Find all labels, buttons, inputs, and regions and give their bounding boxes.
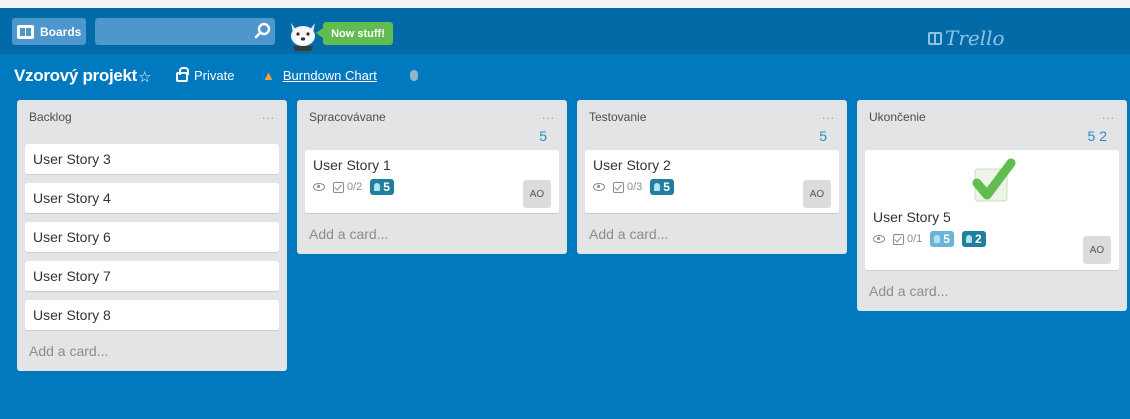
card[interactable]: User Story 7: [25, 261, 279, 292]
checklist-badge: 0/3: [613, 181, 642, 193]
spent-points: 2: [974, 232, 982, 246]
checklist-count: 0/1: [907, 233, 923, 245]
list-menu-icon[interactable]: ...: [262, 108, 275, 122]
story-points: 5: [663, 180, 670, 194]
member-avatar[interactable]: AO: [1083, 236, 1111, 264]
list-testovanie: Testovanie ... 5 User Story 2 0/3 5 AO A…: [577, 100, 847, 254]
story-points-badge: 5: [930, 231, 954, 247]
checklist-badge: 0/1: [893, 233, 922, 245]
card-title: User Story 7: [33, 268, 111, 284]
list-menu-icon[interactable]: ...: [822, 108, 835, 122]
eye-icon: [313, 183, 325, 191]
list-ukoncenie: Ukončenie ... 5 2 User Story 5 0/1 5 2 A…: [857, 100, 1127, 311]
card-title: User Story 6: [33, 229, 111, 245]
trello-logo-icon: [928, 31, 942, 45]
add-card-button[interactable]: Add a card...: [25, 339, 279, 363]
browser-strip: [0, 0, 1130, 8]
eye-icon: [873, 235, 885, 243]
checklist-badge: 0/2: [333, 181, 362, 193]
card-title: User Story 2: [593, 157, 671, 173]
lightbulb-icon: [965, 235, 972, 243]
card-title: User Story 3: [33, 151, 111, 167]
list-title[interactable]: Spracovávane: [309, 110, 386, 124]
story-points-badge: 5: [650, 179, 674, 195]
search-icon[interactable]: [254, 22, 272, 40]
list-points-total: 5 2: [1087, 128, 1107, 144]
board-header: Vzorový projekt ☆ Private ▲ Burndown Cha…: [0, 58, 1130, 94]
add-card-button[interactable]: Add a card...: [585, 222, 839, 246]
add-card-button[interactable]: Add a card...: [865, 279, 1119, 303]
burndown-chart-button[interactable]: ▲ Burndown Chart: [262, 68, 377, 83]
lightbulb-icon: [654, 183, 661, 191]
trello-logo[interactable]: Trello: [928, 26, 1005, 50]
spent-points-badge: 2: [961, 231, 986, 247]
star-icon[interactable]: ☆: [138, 68, 151, 86]
story-points: 5: [383, 180, 390, 194]
logo-text: Trello: [945, 26, 1005, 50]
story-points: 5: [943, 232, 950, 246]
list-menu-icon[interactable]: ...: [1102, 108, 1115, 122]
checkmark-icon: [972, 158, 1016, 202]
list-title[interactable]: Ukončenie: [869, 110, 926, 124]
list-spracovavane: Spracovávane ... 5 User Story 1 0/2 5 AO…: [297, 100, 567, 254]
list-header: Ukončenie ... 5 2: [865, 100, 1119, 150]
list-backlog: Backlog ... User Story 3 User Story 4 Us…: [17, 100, 287, 371]
header-bar: Boards Now stuff! Trello: [0, 8, 1130, 54]
card-badges: 0/2 5: [313, 179, 551, 195]
card-title: User Story 1: [313, 157, 391, 173]
checklist-icon: [613, 181, 624, 193]
lock-icon: [176, 66, 189, 82]
visibility-label: Private: [194, 68, 235, 83]
card-title: User Story 4: [33, 190, 111, 206]
card-badges: 0/3 5: [593, 179, 831, 195]
card[interactable]: User Story 3: [25, 144, 279, 175]
checklist-count: 0/3: [627, 181, 643, 193]
card[interactable]: User Story 8: [25, 300, 279, 331]
add-card-button[interactable]: Add a card...: [305, 222, 559, 246]
burndown-chart-link[interactable]: Burndown Chart: [283, 68, 377, 83]
search-input[interactable]: [95, 18, 275, 45]
boards-icon: [17, 24, 34, 39]
list-points-total: 5: [819, 128, 827, 144]
card[interactable]: User Story 2 0/3 5 AO: [585, 150, 839, 214]
board-title[interactable]: Vzorový projekt: [14, 66, 137, 86]
member-avatar[interactable]: AO: [803, 180, 831, 208]
list-header: Testovanie ... 5: [585, 100, 839, 150]
new-stuff-badge[interactable]: Now stuff!: [316, 22, 393, 45]
list-points-total: 5: [539, 128, 547, 144]
card[interactable]: User Story 4: [25, 183, 279, 214]
card-badges: 0/1 5 2: [873, 231, 1111, 247]
lightbulb-icon: [374, 183, 381, 191]
list-menu-icon[interactable]: ...: [542, 108, 555, 122]
visibility-button[interactable]: Private: [176, 66, 235, 83]
list-title[interactable]: Testovanie: [589, 110, 646, 124]
story-points-badge: 5: [370, 179, 394, 195]
lightbulb-icon[interactable]: [410, 70, 418, 81]
card-title: User Story 8: [33, 307, 111, 323]
checklist-count: 0/2: [347, 181, 363, 193]
boards-label: Boards: [40, 24, 82, 39]
checklist-icon: [893, 233, 904, 245]
card[interactable]: User Story 6: [25, 222, 279, 253]
card[interactable]: User Story 5 0/1 5 2 AO: [865, 150, 1119, 271]
list-header: Backlog ...: [25, 100, 279, 144]
card-title: User Story 5: [873, 209, 951, 225]
list-title[interactable]: Backlog: [29, 110, 72, 124]
fire-icon: ▲: [262, 68, 275, 83]
list-header: Spracovávane ... 5: [305, 100, 559, 150]
lightbulb-icon: [934, 235, 941, 243]
member-avatar[interactable]: AO: [523, 180, 551, 208]
boards-button[interactable]: Boards: [12, 18, 86, 45]
card[interactable]: User Story 1 0/2 5 AO: [305, 150, 559, 214]
checklist-icon: [333, 181, 344, 193]
eye-icon: [593, 183, 605, 191]
